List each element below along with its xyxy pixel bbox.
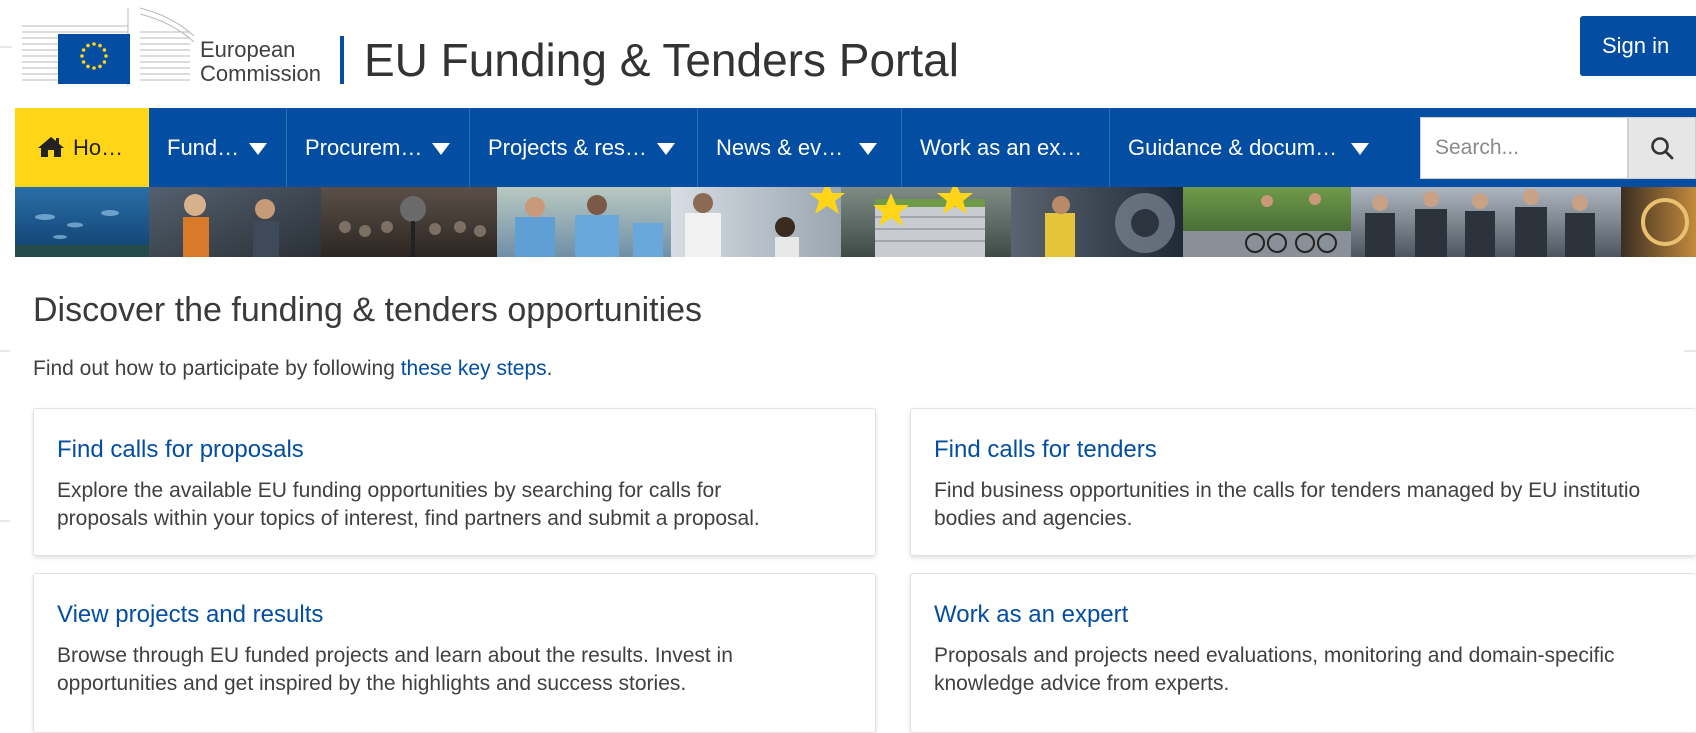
card-work-as-an-expert[interactable]: Work as an expert Proposals and projects… <box>910 573 1696 733</box>
intro-prefix: Find out how to participate by following <box>33 357 401 380</box>
page-heading: Discover the funding & tenders opportuni… <box>33 291 703 329</box>
intro-suffix: . <box>546 357 553 380</box>
card-find-calls-for-tenders[interactable]: Find calls for tenders Find business opp… <box>910 408 1696 556</box>
nav-item-label: Procurem… <box>305 135 423 160</box>
caret-down-icon <box>656 143 675 156</box>
nav-item-label: Projects & res… <box>488 135 647 160</box>
key-steps-link[interactable]: these key steps <box>401 357 547 380</box>
card-description: Browse through EU funded projects and le… <box>57 644 733 695</box>
caret-down-icon <box>432 143 451 156</box>
nav-item-funding[interactable]: Fund… <box>149 108 287 187</box>
search-icon <box>1651 137 1674 160</box>
sign-in-button[interactable]: Sign in <box>1580 16 1696 76</box>
nav-item-home[interactable]: Ho… <box>15 108 149 187</box>
nav-item-label: Ho… <box>73 135 124 160</box>
nav-item-label: Fund… <box>167 135 240 160</box>
search-input[interactable] <box>1420 117 1628 179</box>
nav-item-projects-results[interactable]: Projects & res… <box>470 108 698 187</box>
logo-text: European Commission <box>200 38 321 86</box>
intro-text: Find out how to participate by following… <box>33 356 552 382</box>
edge-mark <box>0 520 10 522</box>
logo-line-2: Commission <box>200 61 322 86</box>
portal-title[interactable]: EU Funding & Tenders Portal <box>364 32 959 88</box>
nav-item-work-as-expert[interactable]: Work as an ex… <box>902 108 1110 187</box>
search-button[interactable] <box>1628 117 1696 179</box>
banner-image <box>15 187 1696 257</box>
nav-item-news-events[interactable]: News & ev… <box>698 108 902 187</box>
nav-item-guidance-documents[interactable]: Guidance & docum… <box>1110 108 1410 187</box>
nav-item-label: News & ev… <box>716 135 844 160</box>
caret-down-icon <box>249 143 268 156</box>
edge-mark <box>1684 350 1696 352</box>
banner-photo-strip <box>15 187 1696 257</box>
home-icon <box>38 137 64 158</box>
card-description: Proposals and projects need evaluations,… <box>934 644 1615 695</box>
caret-down-icon <box>1351 143 1370 156</box>
nav-item-procurement[interactable]: Procurem… <box>287 108 470 187</box>
logo-divider <box>340 36 344 84</box>
caret-down-icon <box>859 143 878 156</box>
nav-item-label: Guidance & docum… <box>1128 135 1338 160</box>
logo-line-1: European <box>200 37 296 62</box>
card-title[interactable]: Find calls for proposals <box>57 435 304 465</box>
card-title[interactable]: Work as an expert <box>934 600 1128 630</box>
card-view-projects-and-results[interactable]: View projects and results Browse through… <box>33 573 876 733</box>
site-header: European Commission EU Funding & Tenders… <box>0 0 1696 108</box>
card-title[interactable]: View projects and results <box>57 600 323 630</box>
nav-item-label: Work as an ex… <box>920 135 1083 160</box>
edge-mark <box>0 350 10 352</box>
card-description: Find business opportunities in the calls… <box>934 479 1641 530</box>
card-find-calls-for-proposals[interactable]: Find calls for proposals Explore the ava… <box>33 408 876 556</box>
card-title[interactable]: Find calls for tenders <box>934 435 1157 465</box>
card-description: Explore the available EU funding opportu… <box>57 479 760 530</box>
